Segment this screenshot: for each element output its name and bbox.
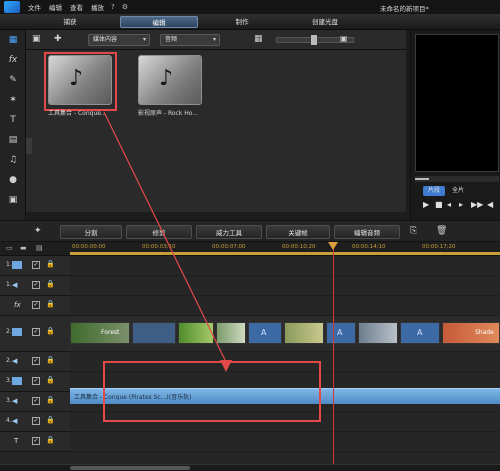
arrow-line [103,111,227,363]
timeline-scrollbar[interactable] [0,464,500,471]
arrow-head [220,360,232,372]
drag-arrow [103,111,232,372]
scrollbar-thumb[interactable] [70,466,190,470]
